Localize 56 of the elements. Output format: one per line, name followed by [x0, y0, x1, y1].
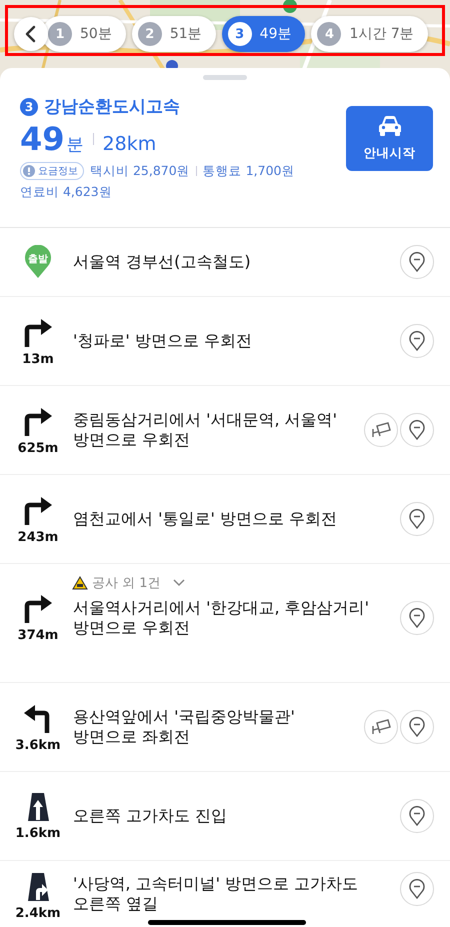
pin-icon: [409, 252, 425, 272]
pin-icon: [409, 331, 425, 351]
step-distance: 625m: [18, 440, 58, 456]
step-instruction: 오른쪽 고가차도 진입: [72, 806, 228, 826]
pin-icon: [409, 717, 425, 737]
step-distance: 1.6km: [15, 826, 61, 840]
pin-icon: [409, 608, 425, 628]
step-distance: 243m: [18, 530, 58, 544]
map-pin-button[interactable]: [400, 600, 434, 634]
back-icon: [24, 25, 38, 43]
map-pin-button[interactable]: [400, 413, 434, 447]
cctv-icon: [371, 422, 391, 438]
sheet-handle[interactable]: [203, 75, 247, 80]
alert-icon: [23, 165, 35, 177]
step-distance: 3.6km: [15, 738, 61, 752]
step-distance: 374m: [18, 628, 58, 643]
step-instruction: 서울역 경부선(고속철도): [72, 252, 252, 272]
cctv-icon: [371, 719, 391, 735]
route-distance: 28km: [102, 133, 156, 155]
route-tab[interactable]: 4 1시간 7분: [311, 16, 428, 52]
route-tab[interactable]: 3 49분: [222, 16, 306, 52]
map-pin-button[interactable]: [400, 324, 434, 358]
toll-fee: 통행료 1,700원: [202, 162, 294, 180]
cctv-button[interactable]: [364, 710, 398, 744]
taxi-fare: 택시비 25,870원: [90, 162, 190, 180]
map-pin-button[interactable]: [400, 710, 434, 744]
pin-icon: [409, 806, 425, 826]
step-distance: 2.4km: [15, 906, 61, 921]
map-pin-button[interactable]: [400, 872, 434, 906]
step-instruction: '청파로' 방면으로 우회전: [72, 331, 253, 351]
pin-icon: [409, 879, 425, 899]
route-number-badge: 3: [20, 98, 38, 116]
route-name: 강남순환도시고속: [44, 96, 180, 118]
map-pin-button[interactable]: [400, 502, 434, 536]
step-instruction: 염천교에서 '통일로' 방면으로 우회전: [72, 509, 338, 529]
construction-notice[interactable]: 공사 외 1건: [10, 564, 434, 592]
duration-unit: 분: [66, 134, 84, 156]
step-instruction: 용산역앞에서 '국립중앙박물관' 방면으로 좌회전: [72, 707, 296, 747]
chevron-down-icon: [172, 579, 185, 587]
duration-value: 49: [20, 120, 65, 158]
step-instruction: 중림동삼거리에서 '서대문역, 서울역' 방면으로 우회전: [72, 410, 338, 450]
map-pin-button[interactable]: [400, 799, 434, 833]
map-pin-button[interactable]: [400, 245, 434, 279]
route-tab[interactable]: 2 51분: [132, 16, 216, 52]
warning-icon: [72, 576, 88, 590]
step-distance: 13m: [22, 352, 54, 366]
fuel-cost: 연료비 4,623원: [20, 184, 112, 201]
start-marker: 출발: [24, 245, 52, 279]
pin-icon: [409, 509, 425, 529]
cctv-button[interactable]: [364, 413, 398, 447]
car-icon: [376, 115, 402, 137]
step-instruction: '사당역, 고속터미널' 방면으로 고가차도 오른쪽 옆길: [72, 873, 360, 914]
step-instruction: 서울역사거리에서 '한강대교, 후암삼거리' 방면으로 우회전: [72, 598, 370, 638]
start-navigation-button[interactable]: 안내시작: [346, 106, 433, 171]
pin-icon: [409, 420, 425, 440]
fare-info-button[interactable]: 요금정보: [20, 162, 84, 180]
